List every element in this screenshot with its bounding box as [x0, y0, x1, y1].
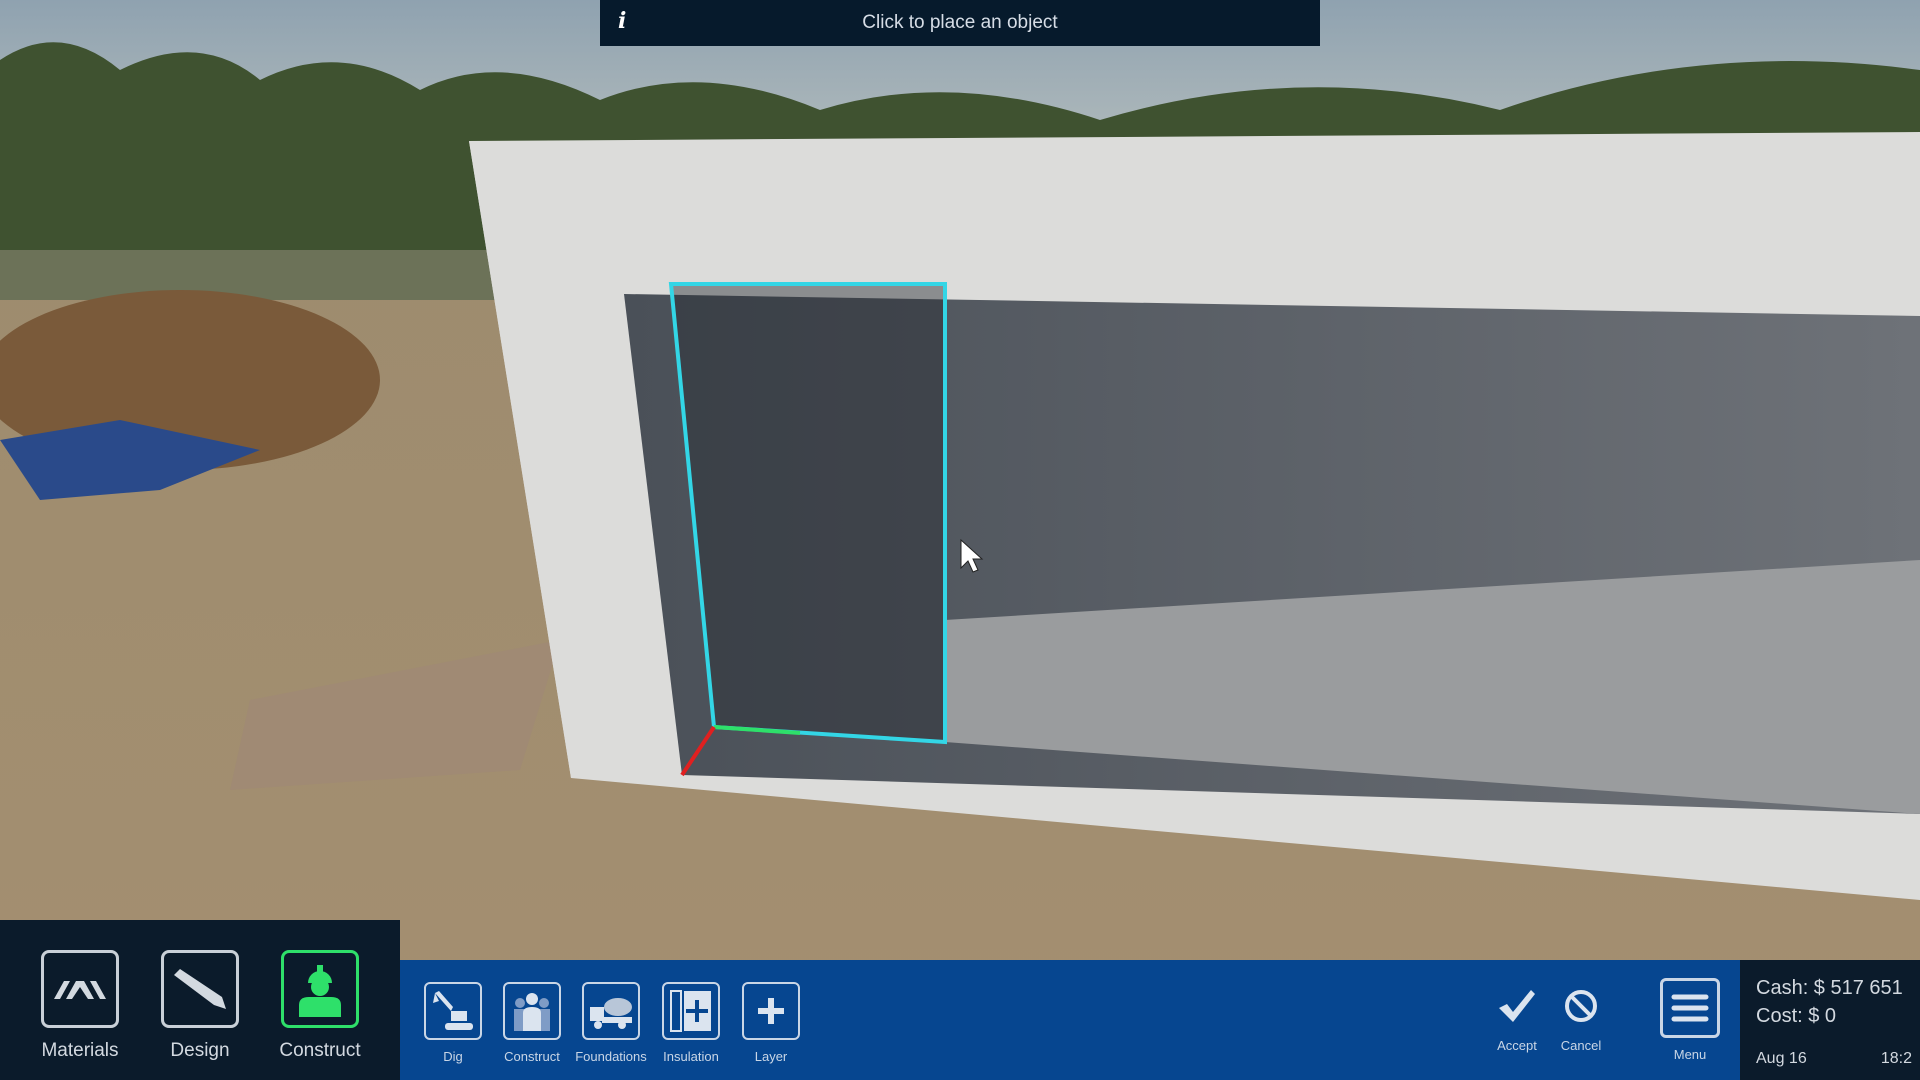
tool-construct[interactable]: Construct [501, 982, 563, 1064]
plus-icon [758, 998, 784, 1024]
excavator-icon [433, 991, 473, 1030]
worker-icon [299, 965, 341, 1017]
mode-design[interactable]: Design [150, 950, 250, 1080]
cancel-button[interactable]: Cancel [1551, 988, 1611, 1053]
pencil-icon [174, 969, 226, 1009]
materials-icon [54, 981, 106, 999]
placement-ghost [668, 282, 947, 745]
cement-truck-icon [590, 998, 632, 1029]
insulation-icon [670, 990, 711, 1032]
game-time: 18:2 [1880, 1050, 1912, 1067]
hint-banner: i Click to place an object [600, 0, 1320, 46]
game-date: Aug 16 [1756, 1050, 1807, 1067]
tool-layer[interactable]: Layer [740, 982, 802, 1064]
tool-foundations[interactable]: Foundations [575, 982, 647, 1064]
mode-materials[interactable]: Materials [30, 950, 130, 1080]
tool-insulation[interactable]: Insulation [660, 982, 722, 1064]
info-icon: i [618, 8, 627, 34]
menu-button[interactable]: Menu [1659, 978, 1721, 1062]
mode-construct[interactable]: Construct [270, 950, 370, 1080]
accept-button[interactable]: Accept [1487, 988, 1547, 1053]
cancel-icon [1565, 990, 1597, 1022]
status-panel: Cash: $ 517 651 Cost: $ 0 Aug 16 18:2 [1740, 960, 1920, 1080]
checkmark-icon [1499, 990, 1535, 1022]
hint-text: Click to place an object [862, 12, 1058, 33]
hamburger-menu-icon [1671, 994, 1709, 1022]
workers-icon [514, 993, 550, 1031]
toolbar: Dig Construct Foundations Insulation Lay… [400, 960, 1740, 1080]
cash-readout: Cash: $ 517 651 [1756, 977, 1903, 999]
mode-panel: Materials Design Construct [0, 920, 400, 1080]
tool-dig[interactable]: Dig [422, 982, 484, 1064]
cost-readout: Cost: $ 0 [1756, 1005, 1837, 1027]
game-viewport[interactable] [0, 0, 1920, 1080]
